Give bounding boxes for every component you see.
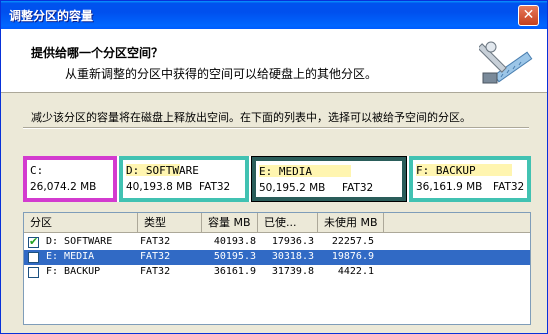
partition-label: D: SOFTWARE [126, 164, 199, 177]
checkmark-icon: ✔ [29, 235, 39, 248]
column-header-capacity[interactable]: 容量 MB [202, 213, 258, 232]
partition-fs: FAT32 [342, 182, 374, 194]
partition-size: 50,195.2 MB [259, 182, 326, 194]
row-checkbox[interactable] [28, 267, 39, 278]
cell-capacity: 40193.8 [213, 236, 256, 247]
cell-type: FAT32 [140, 266, 171, 277]
cell-used: 31739.8 [271, 266, 314, 277]
title-bar[interactable]: 调整分区的容量 ✕ [1, 1, 547, 29]
partition-map: C: 26,074.2 MB D: SOFTWARE 40,193.8 MB F… [23, 156, 531, 202]
row-checkbox[interactable]: ✔ [28, 235, 39, 248]
cell-partition: F: BACKUP [46, 266, 101, 277]
cell-capacity: 36161.9 [213, 266, 256, 277]
instruction-text: 减少该分区的容量将在磁盘上释放出空间。在下面的列表中，选择可以被给予空间的分区。 [31, 111, 471, 124]
column-header-type[interactable]: 类型 [138, 213, 202, 232]
column-header-partition[interactable]: 分区 [24, 213, 138, 232]
table-row[interactable]: E: MEDIA FAT32 50195.3 30318.3 19876.9 [24, 250, 530, 265]
cell-used: 17936.3 [271, 236, 314, 247]
partition-label: E: MEDIA [259, 165, 312, 178]
row-checkbox[interactable] [28, 252, 39, 263]
cell-unused: 22257.5 [331, 236, 374, 247]
partition-size: 40,193.8 MB [126, 181, 193, 193]
column-header-used[interactable]: 已使... [258, 213, 318, 232]
cell-partition: D: SOFTWARE [46, 236, 113, 247]
dialog-window: 调整分区的容量 ✕ 提供给哪一个分区空间？ 从重新调整的分区中获得的空间可以给硬… [0, 0, 548, 334]
cell-unused: 19876.9 [331, 251, 374, 262]
partition-block-d[interactable]: D: SOFTWARE 40,193.8 MB FAT32 [119, 156, 249, 202]
table-row[interactable]: ✔ D: SOFTWARE FAT32 40193.8 17936.3 2225… [24, 235, 530, 250]
resize-tool-icon [479, 41, 533, 84]
cell-type: FAT32 [140, 251, 171, 262]
cell-partition: E: MEDIA [46, 251, 95, 262]
partition-fs: FAT32 [199, 181, 231, 193]
partition-block-f[interactable]: F: BACKUP 36,161.9 MB FAT32 [409, 156, 531, 202]
partition-label: F: BACKUP [416, 164, 476, 177]
cell-capacity: 50195.3 [213, 251, 256, 262]
close-button[interactable]: ✕ [518, 5, 539, 26]
partition-fs: FAT32 [493, 181, 525, 193]
header-subtitle: 从重新调整的分区中获得的空间可以给硬盘上的其他分区。 [65, 67, 378, 81]
column-header-unused[interactable]: 未使用 MB [318, 213, 384, 232]
separator [23, 127, 529, 129]
cell-type: FAT32 [140, 236, 171, 247]
partition-block-e[interactable]: E: MEDIA 50,195.2 MB FAT32 [251, 156, 407, 202]
partition-size: 36,161.9 MB [416, 181, 483, 193]
partition-list[interactable]: 分区 类型 容量 MB 已使... 未使用 MB ✔ D: SOFTWARE F… [23, 212, 531, 325]
wizard-header: 提供给哪一个分区空间？ 从重新调整的分区中获得的空间可以给硬盘上的其他分区。 [1, 29, 547, 93]
partition-size: 26,074.2 MB [30, 181, 97, 193]
window-title: 调整分区的容量 [9, 9, 94, 23]
header-title: 提供给哪一个分区空间？ [31, 46, 164, 60]
cell-used: 30318.3 [271, 251, 314, 262]
cell-unused: 4422.1 [337, 266, 374, 277]
table-row[interactable]: F: BACKUP FAT32 36161.9 31739.8 4422.1 [24, 265, 530, 280]
partition-block-c[interactable]: C: 26,074.2 MB [23, 156, 117, 202]
list-header: 分区 类型 容量 MB 已使... 未使用 MB [24, 213, 530, 233]
partition-label: C: [30, 164, 44, 177]
